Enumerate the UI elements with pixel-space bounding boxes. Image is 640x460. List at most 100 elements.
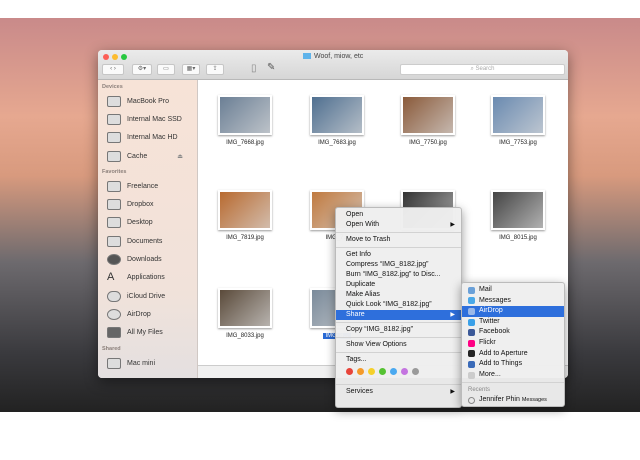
tag-color-dot[interactable] <box>346 368 353 375</box>
file-item[interactable]: IMG_8015.jpg <box>478 190 558 241</box>
menu-item-open-with[interactable]: Open With ▶ <box>336 220 461 230</box>
file-name: IMG_7750.jpg <box>409 140 447 146</box>
menu-label: Open With <box>346 221 380 228</box>
sidebar-item-label: Freelance <box>127 182 159 190</box>
share-service-icon <box>468 329 475 337</box>
sidebar-item-icloud-drive[interactable]: iCloud Drive <box>98 287 197 305</box>
share-button[interactable]: ⇪ <box>206 64 224 75</box>
share-service-icon <box>468 339 475 347</box>
sidebar-item-macbook-pro[interactable]: MacBook Pro <box>98 92 197 110</box>
sidebar-item-label: MacBook Pro <box>127 97 170 105</box>
action-gear-button[interactable]: ⚙▾ <box>132 64 152 75</box>
share-item-airdrop[interactable]: AirDrop <box>462 306 564 317</box>
menu-item-tags[interactable]: Tags... <box>336 355 461 365</box>
separator <box>336 384 461 385</box>
disk-icon <box>107 150 121 162</box>
recent-contact[interactable]: Jennifer Phin Messages <box>462 395 564 406</box>
share-item-messages[interactable]: Messages <box>462 296 564 307</box>
sidebar-item-internal-hd[interactable]: Internal Mac HD <box>98 129 197 147</box>
cloud-icon <box>107 290 121 302</box>
toolbar: Woof, miow, etc ‹ › ⚙▾ ▭ ▦▾ ⇪ ▯ ✎ ⌕ Sear… <box>98 50 568 80</box>
menu-item-show-view-options[interactable]: Show View Options <box>336 340 461 350</box>
document-icon[interactable]: ▯ <box>251 63 257 74</box>
file-item[interactable]: IMG_7668.jpg <box>205 95 285 146</box>
window-title: Woof, miow, etc <box>303 53 363 60</box>
file-name: IMG_7683.jpg <box>318 140 356 146</box>
menu-item-quick-look[interactable]: Quick Look “IMG_8182.jpg” <box>336 300 461 310</box>
tags-button[interactable]: ▭ <box>157 64 175 75</box>
file-name: IMG_8015.jpg <box>499 235 537 241</box>
tag-color-dot[interactable] <box>412 368 419 375</box>
message-bubble-icon <box>468 397 475 405</box>
share-item-facebook[interactable]: Facebook <box>462 327 564 338</box>
close-button[interactable] <box>103 54 109 60</box>
share-item-mail[interactable]: Mail <box>462 285 564 296</box>
sidebar-item-freelance[interactable]: Freelance <box>98 177 197 195</box>
menu-item-share[interactable]: Share ▶ <box>336 310 461 320</box>
menu-item-burn[interactable]: Burn “IMG_8182.jpg” to Disc... <box>336 270 461 280</box>
desktop-icon <box>107 217 121 229</box>
eject-icon[interactable]: ⏏ <box>177 153 183 160</box>
sidebar-item-applications[interactable]: A Applications <box>98 269 197 287</box>
sidebar-item-documents[interactable]: Documents <box>98 232 197 250</box>
sidebar-item-label: Internal Mac HD <box>127 134 178 142</box>
menu-item-open[interactable]: Open <box>336 210 461 220</box>
folder-icon <box>107 199 121 211</box>
disk-icon <box>107 113 121 125</box>
share-item-flickr[interactable]: Flickr <box>462 338 564 349</box>
menu-item-make-alias[interactable]: Make Alias <box>336 290 461 300</box>
menu-item-move-to-trash[interactable]: Move to Trash <box>336 235 461 245</box>
sidebar-item-cache[interactable]: Cache ⏏ <box>98 147 197 165</box>
sidebar-item-dropbox[interactable]: Dropbox <box>98 195 197 213</box>
separator <box>462 382 564 384</box>
file-item[interactable]: IMG_8033.jpg <box>205 288 285 339</box>
zoom-button[interactable] <box>121 54 127 60</box>
sidebar-item-label: All My Files <box>127 329 163 337</box>
tag-color-dot[interactable] <box>357 368 364 375</box>
submenu-arrow-icon: ▶ <box>450 312 455 318</box>
sidebar-item-label: AirDrop <box>127 310 151 318</box>
script-editor-icon[interactable]: ✎ <box>267 62 275 73</box>
tag-color-dot[interactable] <box>401 368 408 375</box>
menu-item-compress[interactable]: Compress “IMG_8182.jpg” <box>336 260 461 270</box>
menu-item-get-info[interactable]: Get Info <box>336 250 461 260</box>
tag-color-dot[interactable] <box>390 368 397 375</box>
menu-item-copy[interactable]: Copy “IMG_8182.jpg” <box>336 325 461 335</box>
sidebar-item-label: Dropbox <box>127 201 154 209</box>
menu-item-duplicate[interactable]: Duplicate <box>336 280 461 290</box>
sidebar-item-downloads[interactable]: Downloads <box>98 250 197 268</box>
share-item-add-to-aperture[interactable]: Add to Aperture <box>462 349 564 360</box>
sidebar-item-internal-ssd[interactable]: Internal Mac SSD <box>98 110 197 128</box>
menu-item-services[interactable]: Services ▶ <box>336 387 461 397</box>
image-thumbnail <box>401 95 455 135</box>
image-thumbnail <box>218 190 272 230</box>
tag-color-dot[interactable] <box>368 368 375 375</box>
file-item[interactable]: IMG_7753.jpg <box>478 95 558 146</box>
tag-color-dot[interactable] <box>379 368 386 375</box>
sidebar-item-airdrop[interactable]: AirDrop <box>98 305 197 323</box>
sidebar-item-all-my-files[interactable]: All My Files <box>98 324 197 342</box>
share-item-more[interactable]: More... <box>462 370 564 381</box>
sidebar-item-mac-mini[interactable]: Mac mini <box>98 354 197 372</box>
minimize-button[interactable] <box>112 54 118 60</box>
search-input[interactable]: ⌕ Search <box>400 64 565 75</box>
recent-name: Jennifer Phin <box>479 396 520 404</box>
search-placeholder: Search <box>475 66 495 72</box>
image-thumbnail <box>310 95 364 135</box>
file-name: IMG_8033.jpg <box>226 333 264 339</box>
share-service-icon <box>468 297 475 305</box>
share-item-label: AirDrop <box>479 307 503 315</box>
submenu-arrow-icon: ▶ <box>450 222 455 228</box>
file-item[interactable]: IMG_7683.jpg <box>297 95 377 146</box>
file-item[interactable]: IMG_7819.jpg <box>205 190 285 241</box>
view-button[interactable]: ▦▾ <box>182 64 200 75</box>
disk-icon <box>107 132 121 144</box>
file-name: IMG_7668.jpg <box>226 140 264 146</box>
share-item-add-to-things[interactable]: Add to Things <box>462 359 564 370</box>
share-item-twitter[interactable]: Twitter <box>462 317 564 328</box>
sidebar-item-desktop[interactable]: Desktop <box>98 214 197 232</box>
back-forward-buttons[interactable]: ‹ › <box>102 64 124 75</box>
sidebar: Devices MacBook Pro Internal Mac SSD Int… <box>98 80 198 378</box>
file-item[interactable]: IMG_7750.jpg <box>388 95 468 146</box>
sidebar-item-label: Cache <box>127 152 148 160</box>
